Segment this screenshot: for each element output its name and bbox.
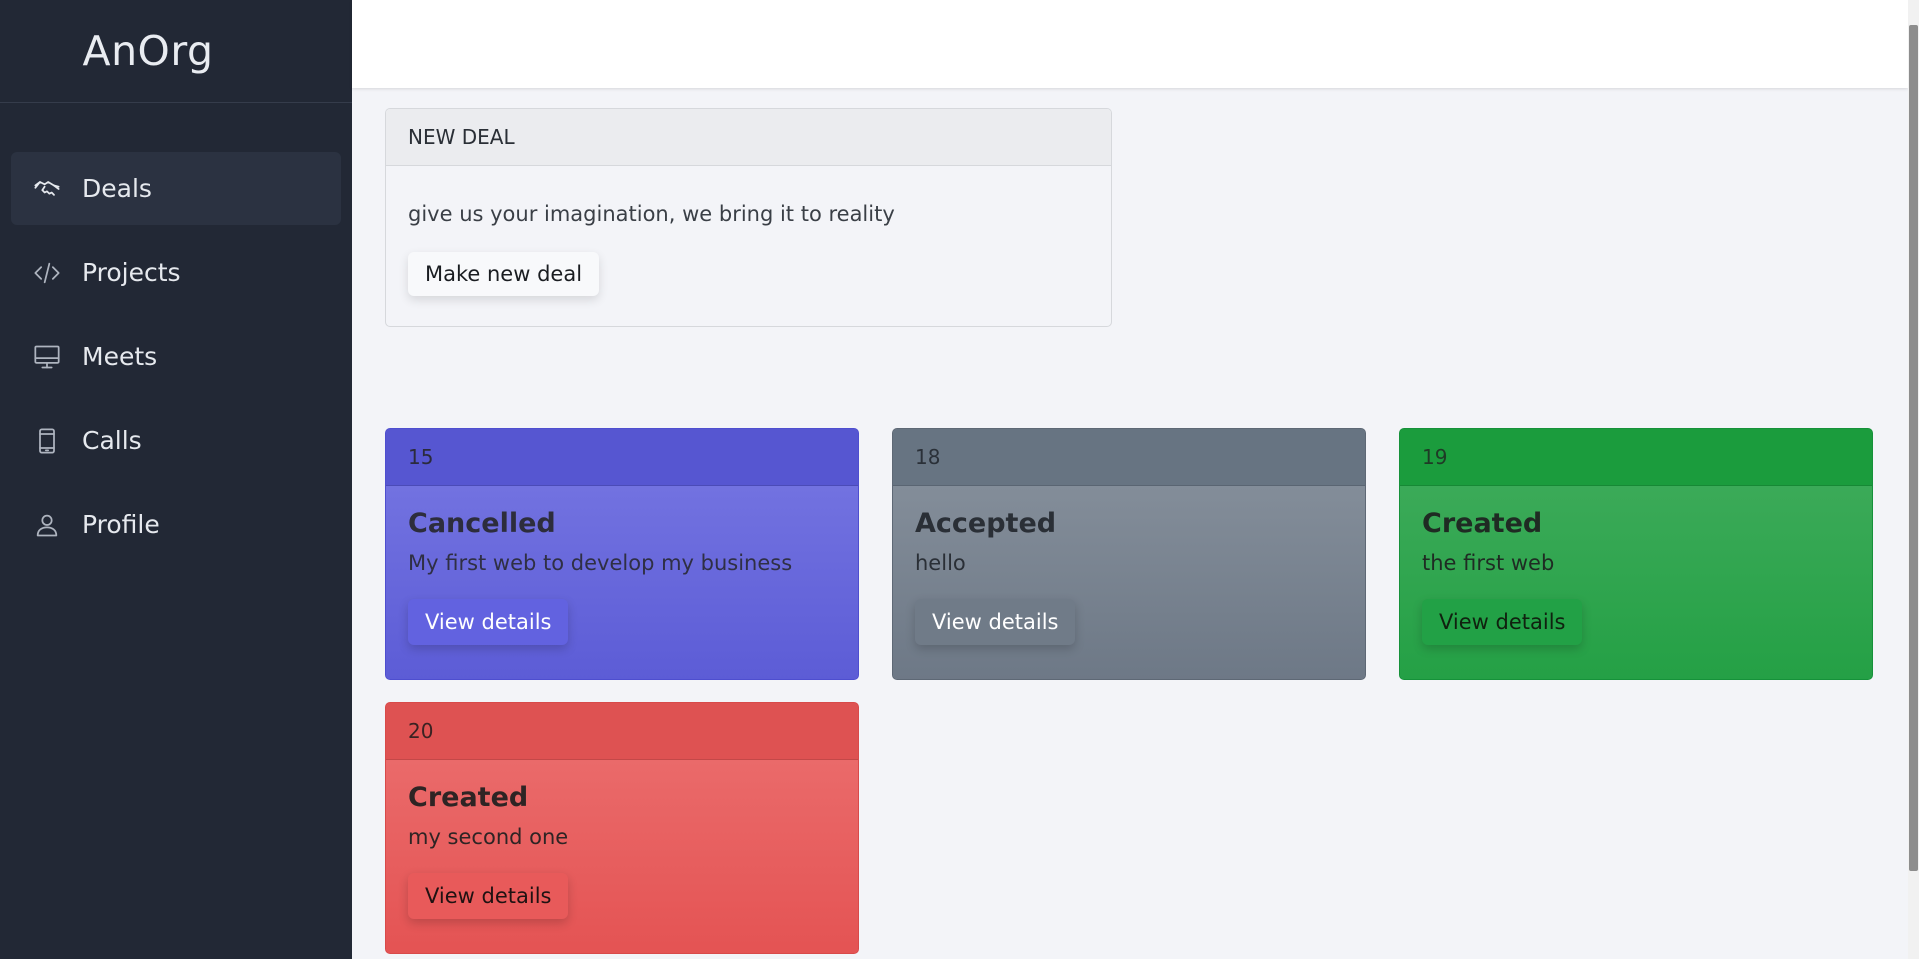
deal-description: the first web (1422, 551, 1555, 575)
deal-status: Cancelled (408, 508, 556, 539)
make-new-deal-button[interactable]: Make new deal (408, 252, 600, 296)
deal-card: 15 Cancelled My first web to develop my … (385, 428, 859, 680)
deal-status: Created (1422, 508, 1543, 539)
new-deal-text: give us your imagination, we bring it to… (408, 202, 895, 226)
monitor-icon (33, 343, 61, 371)
deal-description: hello (915, 551, 966, 575)
deal-status: Created (408, 782, 529, 813)
new-deal-header: NEW DEAL (386, 109, 1111, 166)
view-details-button[interactable]: View details (915, 599, 1076, 645)
phone-icon (33, 427, 61, 455)
handshake-icon (33, 175, 61, 203)
deal-card: 18 Accepted hello View details (892, 428, 1366, 680)
sidebar-nav: Deals Projects Meets Calls Profile (0, 103, 352, 561)
deal-id: 20 (386, 703, 858, 760)
view-details-button[interactable]: View details (1422, 599, 1583, 645)
sidebar-item-label: Calls (82, 426, 142, 455)
sidebar-item-meets[interactable]: Meets (11, 320, 341, 393)
sidebar-item-calls[interactable]: Calls (11, 404, 341, 477)
view-details-button[interactable]: View details (408, 873, 569, 919)
scrollbar-thumb[interactable] (1909, 25, 1918, 871)
sidebar: AnOrg Deals Projects Meets Calls Profile (0, 0, 352, 959)
sidebar-item-projects[interactable]: Projects (11, 236, 341, 309)
scrollbar-track[interactable] (1908, 0, 1919, 959)
person-icon (33, 511, 61, 539)
sidebar-item-label: Profile (82, 510, 160, 539)
brand-logo[interactable]: AnOrg (0, 0, 352, 103)
deal-description: my second one (408, 825, 569, 849)
new-deal-card: NEW DEAL give us your imagination, we br… (385, 108, 1112, 327)
deal-id: 19 (1400, 429, 1872, 486)
code-icon (33, 259, 61, 287)
sidebar-item-deals[interactable]: Deals (11, 152, 341, 225)
sidebar-item-profile[interactable]: Profile (11, 488, 341, 561)
deal-card: 19 Created the first web View details (1399, 428, 1873, 680)
deal-description: My first web to develop my business (408, 551, 793, 575)
view-details-button[interactable]: View details (408, 599, 569, 645)
deal-id: 15 (386, 429, 858, 486)
top-bar (352, 0, 1908, 88)
sidebar-item-label: Meets (82, 342, 158, 371)
sidebar-item-label: Deals (82, 174, 152, 203)
sidebar-item-label: Projects (82, 258, 181, 287)
deal-id: 18 (893, 429, 1365, 486)
deal-card: 20 Created my second one View details (385, 702, 859, 954)
deal-status: Accepted (915, 508, 1057, 539)
